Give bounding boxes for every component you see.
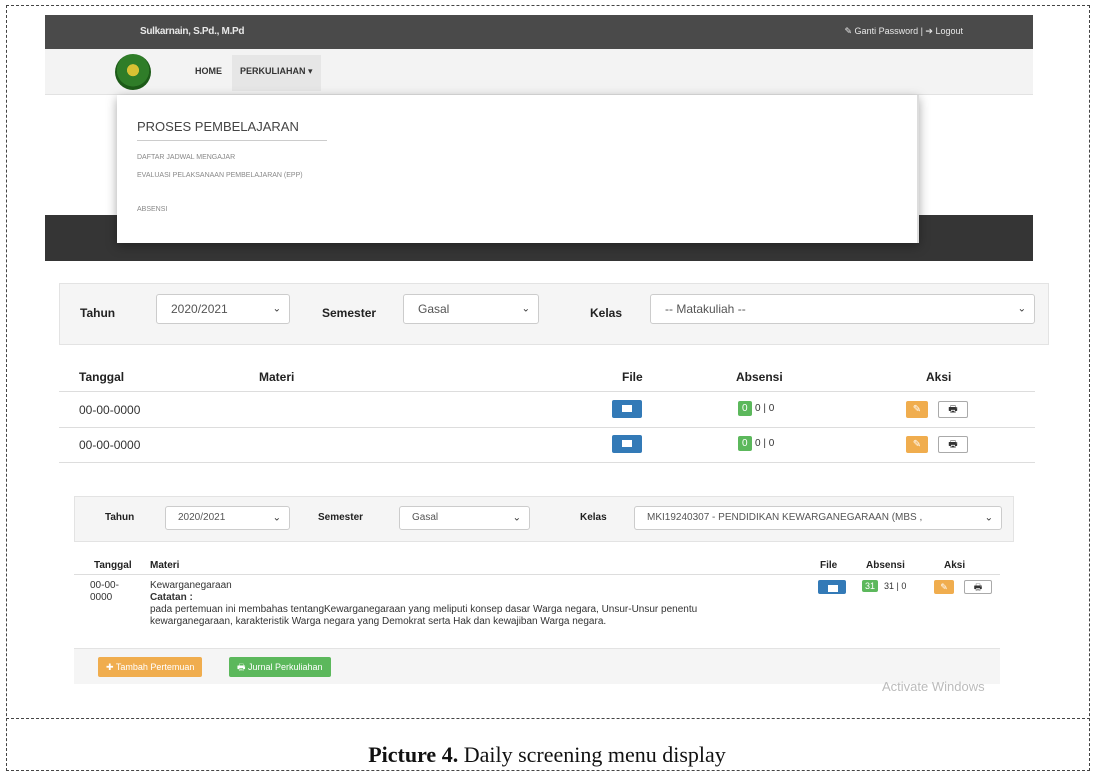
row-tanggal: 00-00-0000 — [79, 438, 141, 452]
jurnal-perkuliahan-button[interactable]: 🖶 Jurnal Perkuliahan — [229, 657, 331, 677]
dropdown-item-jadwal[interactable]: DAFTAR JADWAL MENGAJAR — [137, 153, 327, 162]
kelas-select-value: -- Matakuliah -- — [665, 302, 746, 316]
edit-button[interactable]: ✎ — [906, 436, 928, 453]
filter-panel: 2020/2021 Tahun 2020/2021 ⌄ Semester Gasa… — [59, 283, 1049, 345]
caption-separator — [6, 718, 1090, 719]
absensi-count: 0 | 0 — [755, 438, 775, 449]
col-aksi: Aksi — [944, 560, 966, 571]
tambah-pertemuan-button[interactable]: ✚ Tambah Pertemuan — [98, 657, 203, 677]
col-absensi: Absensi — [866, 560, 905, 571]
kelas-label: Kelas — [590, 306, 623, 320]
col-materi: Materi — [150, 560, 180, 571]
filled-schedule-screenshot: Tahun 2020/2021 ⌄ Semester Gasal ⌄ Kelas M… — [74, 496, 1014, 696]
row-tanggal: 00-00-0000 — [79, 403, 141, 417]
col-aksi: Aksi — [926, 370, 952, 384]
row-materi: Kewarganegaraan — [150, 580, 232, 591]
file-button[interactable] — [818, 580, 846, 594]
tahun-select-value: 2020/2021 — [178, 512, 226, 523]
account-links[interactable]: ✎ Ganti Password | ➔ Logout — [845, 26, 963, 37]
row-tanggal-line2: 0000 — [90, 592, 113, 603]
print-button[interactable]: 🖶 — [938, 401, 968, 418]
filter-panel: Tahun 2020/2021 ⌄ Semester Gasal ⌄ Kelas M… — [74, 496, 1014, 542]
edit-button[interactable]: ✎ — [906, 401, 928, 418]
print-button[interactable]: 🖶 — [964, 580, 992, 594]
file-button[interactable] — [612, 435, 642, 453]
semester-select[interactable]: Gasal ⌄ — [403, 294, 539, 324]
activate-windows-watermark: Activate Windows — [882, 679, 985, 694]
caption-text: Daily screening menu display — [463, 742, 726, 767]
chevron-down-icon: ⌄ — [272, 512, 281, 524]
chevron-down-icon: ⌄ — [512, 512, 521, 524]
header-divider — [74, 574, 1000, 575]
semester-select-value: Gasal — [418, 302, 450, 316]
col-tanggal: Tanggal — [94, 560, 132, 571]
kelas-select[interactable]: MKI19240307 - PENDIDIKAN KEWARGANEGARAAN… — [634, 506, 1002, 530]
nav-home[interactable]: HOME — [195, 66, 222, 76]
chevron-down-icon: ⌄ — [272, 303, 281, 315]
absensi-badge: 31 — [862, 580, 879, 592]
kelas-label: Kelas — [580, 512, 607, 523]
chevron-down-icon: ⌄ — [521, 303, 530, 315]
caption-label: Picture 4. — [368, 742, 459, 767]
catatan-line2: kewarganegaraan, karakteristik Warga neg… — [150, 616, 607, 627]
semester-label: Semester — [318, 512, 364, 523]
navigation-screenshot: Sulkarnain, S.Pd., M.Pd ✎ Ganti Password… — [45, 15, 1033, 263]
print-button[interactable]: 🖶 — [938, 436, 968, 453]
catatan-label: Catatan : — [150, 592, 193, 603]
dropdown-edge — [917, 95, 919, 243]
main-navbar: HOME PERKULIAHAN ▾ — [45, 49, 1033, 95]
col-file: File — [622, 370, 643, 384]
col-absensi: Absensi — [736, 370, 783, 384]
file-button[interactable] — [612, 400, 642, 418]
chevron-down-icon: ⌄ — [984, 512, 993, 524]
dropdown-item-absensi[interactable]: ABSENSI — [137, 205, 327, 214]
perkuliahan-dropdown: PROSES PEMBELAJARAN DAFTAR JADWAL MENGAJ… — [117, 95, 919, 243]
header-divider — [59, 391, 1035, 392]
dropdown-title: PROSES PEMBELAJARAN — [137, 119, 299, 134]
tahun-label-text: Tahun — [80, 306, 116, 320]
absensi-count: 0 | 0 — [755, 403, 775, 414]
row-divider — [59, 427, 1035, 428]
tahun-select[interactable]: 2020/2021 ⌄ — [156, 294, 290, 324]
tahun-select[interactable]: 2020/2021 ⌄ — [165, 506, 290, 530]
user-name: Sulkarnain, S.Pd., M.Pd — [140, 26, 245, 37]
absensi-badge: 0 — [738, 401, 752, 416]
row-tanggal-line1: 00-00- — [90, 580, 119, 591]
table-footer: ✚ Tambah Pertemuan 🖶 Jurnal Perkuliahan — [74, 648, 1000, 684]
kelas-select-value: MKI19240307 - PENDIDIKAN KEWARGANEGARAAN… — [647, 512, 923, 523]
tahun-select-value: 2020/2021 — [171, 302, 228, 316]
tahun-label: Tahun — [105, 512, 135, 523]
top-bar: Sulkarnain, S.Pd., M.Pd ✎ Ganti Password… — [45, 15, 1033, 49]
semester-select[interactable]: Gasal ⌄ — [399, 506, 530, 530]
col-file: File — [820, 560, 838, 571]
absensi-count: 31 | 0 — [884, 581, 907, 591]
kelas-select[interactable]: -- Matakuliah -- ⌄ — [650, 294, 1035, 324]
semester-label: Semester — [322, 306, 377, 320]
nav-perkuliahan[interactable]: PERKULIAHAN ▾ — [232, 55, 321, 91]
catatan-line1: pada pertemuan ini membahas tentangKewar… — [150, 604, 698, 615]
dropdown-item-epp[interactable]: EVALUASI PELAKSANAAN PEMBELAJARAN (EPP) — [137, 171, 327, 180]
empty-schedule-screenshot: 2020/2021 Tahun 2020/2021 ⌄ Semester Gasa… — [59, 283, 1049, 465]
col-materi: Materi — [259, 370, 295, 384]
dropdown-divider — [137, 140, 327, 141]
edit-button[interactable]: ✎ — [934, 580, 954, 594]
absensi-badge: 0 — [738, 436, 752, 451]
col-tanggal: Tanggal — [79, 370, 125, 384]
semester-select-value: Gasal — [412, 512, 439, 523]
university-logo-icon[interactable] — [115, 54, 151, 90]
figure-caption: Picture 4. Daily screening menu display — [0, 742, 1094, 768]
row-divider — [59, 462, 1035, 463]
chevron-down-icon: ⌄ — [1017, 303, 1026, 315]
